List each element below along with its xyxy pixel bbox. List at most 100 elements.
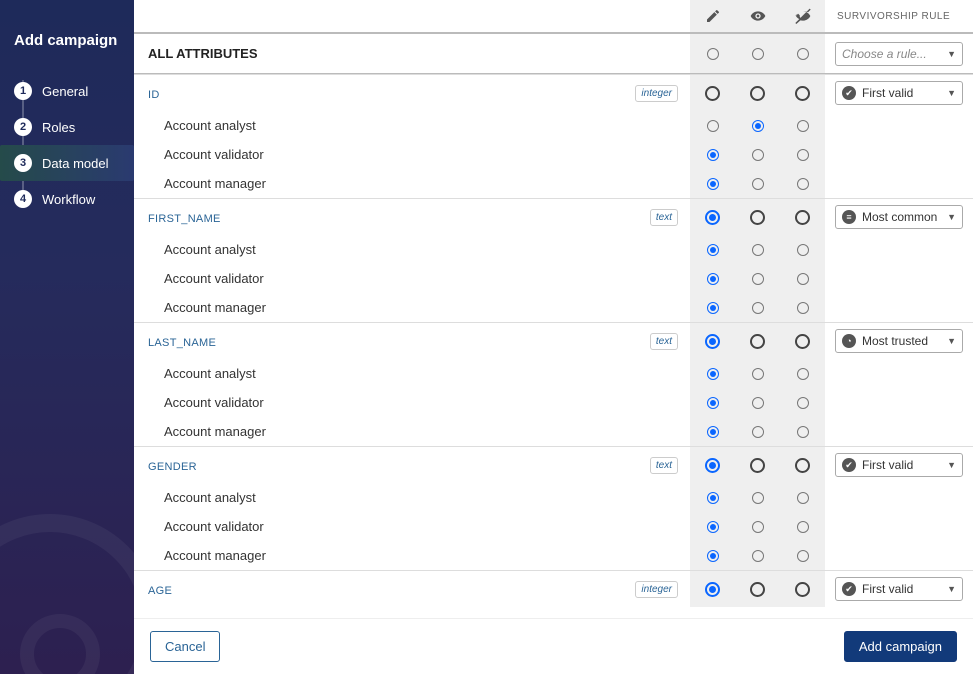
radio-edit-attr[interactable] [705,582,720,597]
attribute-name: FIRST_NAME [134,203,235,231]
radio-view-attr[interactable] [750,582,765,597]
radio-view-attr[interactable] [750,210,765,225]
role-row: Account validator [134,388,973,417]
role-name: Account analyst [134,483,690,512]
radio-view-role[interactable] [752,397,764,409]
radio-edit-role[interactable] [707,178,719,190]
radio-view-role[interactable] [752,178,764,190]
role-row: Account analyst [134,235,973,264]
radio-view-all[interactable] [752,48,764,60]
radio-edit-attr[interactable] [705,86,720,101]
wizard-step[interactable]: 3 Data model [0,145,134,181]
role-name: Account analyst [134,235,690,264]
hidden-icon [780,0,825,32]
type-badge: integer [635,85,678,102]
rule-label: First valid [862,86,913,100]
attribute-header-row: AGE integer ✔ First valid ▼ [134,570,973,607]
radio-view-role[interactable] [752,273,764,285]
role-row: Account validator [134,140,973,169]
radio-hidden-role[interactable] [797,178,809,190]
radio-hidden-role[interactable] [797,492,809,504]
radio-hidden-role[interactable] [797,550,809,562]
radio-hidden-role[interactable] [797,149,809,161]
step-label: Workflow [42,192,95,207]
step-number: 1 [14,82,32,100]
radio-edit-all[interactable] [707,48,719,60]
rule-placeholder-text: Choose a rule... [842,47,927,61]
rule-select[interactable]: ≡ Most common ▼ [835,205,963,229]
radio-hidden-role[interactable] [797,368,809,380]
chevron-down-icon: ▼ [947,88,956,98]
attribute-header-row: GENDER text ✔ First valid ▼ [134,446,973,483]
radio-edit-role[interactable] [707,149,719,161]
radio-edit-role[interactable] [707,273,719,285]
rule-icon: ✔ [842,458,856,472]
radio-view-role[interactable] [752,550,764,562]
chevron-down-icon: ▼ [947,49,956,59]
radio-view-attr[interactable] [750,458,765,473]
radio-hidden-attr[interactable] [795,210,810,225]
rule-select[interactable]: ✔ First valid ▼ [835,81,963,105]
radio-edit-role[interactable] [707,521,719,533]
type-badge: text [650,457,678,474]
page-title: Add campaign [0,18,134,73]
radio-hidden-attr[interactable] [795,86,810,101]
radio-edit-attr[interactable] [705,458,720,473]
radio-edit-role[interactable] [707,397,719,409]
radio-hidden-role[interactable] [797,120,809,132]
radio-hidden-attr[interactable] [795,458,810,473]
radio-view-role[interactable] [752,521,764,533]
step-label: Data model [42,156,108,171]
radio-edit-attr[interactable] [705,334,720,349]
radio-hidden-role[interactable] [797,521,809,533]
radio-hidden-role[interactable] [797,302,809,314]
wizard-step[interactable]: 4 Workflow [0,181,134,217]
step-number: 3 [14,154,32,172]
radio-view-role[interactable] [752,149,764,161]
role-row: Account manager [134,417,973,446]
type-badge: text [650,209,678,226]
radio-view-role[interactable] [752,368,764,380]
role-row: Account validator [134,512,973,541]
radio-view-role[interactable] [752,426,764,438]
radio-hidden-attr[interactable] [795,582,810,597]
cancel-button[interactable]: Cancel [150,631,220,662]
role-row: Account manager [134,293,973,322]
attribute-header-row: ID integer ✔ First valid ▼ [134,74,973,111]
radio-edit-role[interactable] [707,244,719,256]
role-name: Account manager [134,417,690,446]
role-name: Account validator [134,140,690,169]
rule-select[interactable]: ◔ Most trusted ▼ [835,329,963,353]
role-row: Account analyst [134,359,973,388]
radio-edit-role[interactable] [707,368,719,380]
radio-view-role[interactable] [752,302,764,314]
rule-select-all[interactable]: Choose a rule... ▼ [835,42,963,66]
radio-hidden-all[interactable] [797,48,809,60]
radio-edit-role[interactable] [707,550,719,562]
radio-view-attr[interactable] [750,334,765,349]
radio-view-role[interactable] [752,492,764,504]
radio-hidden-role[interactable] [797,397,809,409]
rule-select[interactable]: ✔ First valid ▼ [835,453,963,477]
wizard-step[interactable]: 2Roles [0,109,134,145]
add-campaign-button[interactable]: Add campaign [844,631,957,662]
step-number: 4 [14,190,32,208]
wizard-step[interactable]: 1 General [0,73,134,109]
radio-edit-role[interactable] [707,426,719,438]
radio-hidden-attr[interactable] [795,334,810,349]
radio-hidden-role[interactable] [797,426,809,438]
sidebar: Add campaign 1 General 2Roles 3 Data model 4W… [0,0,134,674]
radio-edit-role[interactable] [707,492,719,504]
radio-edit-role[interactable] [707,120,719,132]
radio-hidden-role[interactable] [797,244,809,256]
rule-select[interactable]: ✔ First valid ▼ [835,577,963,601]
role-name: Account manager [134,541,690,570]
step-label: General [42,84,88,99]
radio-edit-role[interactable] [707,302,719,314]
radio-view-attr[interactable] [750,86,765,101]
radio-view-role[interactable] [752,244,764,256]
radio-hidden-role[interactable] [797,273,809,285]
radio-edit-attr[interactable] [705,210,720,225]
all-attributes-label: ALL ATTRIBUTES [134,34,690,73]
radio-view-role[interactable] [752,120,764,132]
